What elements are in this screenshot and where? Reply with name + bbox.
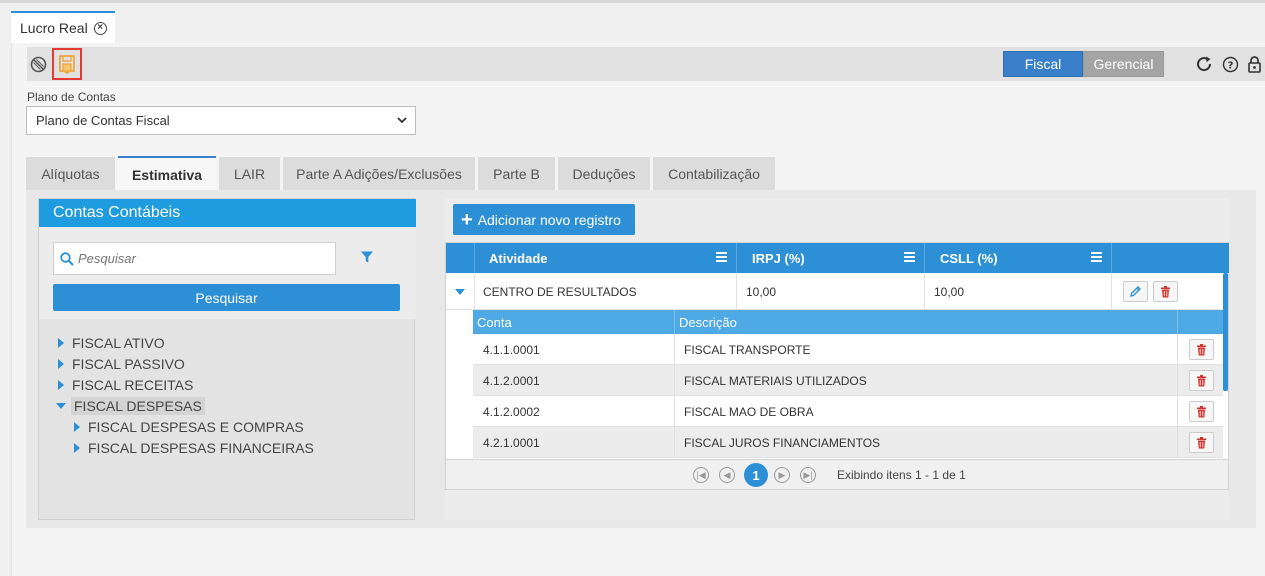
help-icon[interactable]: ? (1220, 47, 1240, 81)
tab-deducoes[interactable]: Deduções (558, 157, 650, 190)
toolbar: Fiscal Gerencial ? (27, 47, 1265, 81)
grid-header: Atividade IRPJ (%) CSLL (%) (446, 243, 1229, 273)
search-icon (60, 252, 74, 266)
subgrid-row[interactable]: 4.1.1.0001 FISCAL TRANSPORTE (473, 334, 1223, 365)
cell-csll: 10,00 (924, 273, 1111, 310)
collapse-row-icon[interactable] (446, 273, 474, 310)
page-tab-title: Lucro Real (20, 20, 88, 36)
tree-item-fiscal-despesas-financeiras[interactable]: FISCAL DESPESAS FINANCEIRAS (74, 438, 314, 458)
tab-contabilizacao[interactable]: Contabilização (653, 157, 775, 190)
tree-item-fiscal-ativo[interactable]: FISCAL ATIVO (58, 333, 165, 353)
expand-arrow-icon[interactable] (58, 338, 64, 348)
contas-contabeis-title: Contas Contábeis (39, 199, 416, 227)
subgrid-row[interactable]: 4.1.2.0001 FISCAL MATERIAIS UTILIZADOS (473, 365, 1223, 396)
chevron-down-icon (396, 114, 408, 129)
window-top-border (0, 0, 1265, 3)
column-atividade[interactable]: Atividade (474, 243, 736, 273)
column-menu-icon[interactable] (716, 252, 727, 262)
collapse-arrow-icon[interactable] (56, 403, 66, 409)
next-page-icon[interactable]: ▶ (774, 467, 790, 483)
gerencial-button[interactable]: Gerencial (1083, 51, 1164, 77)
column-descricao[interactable]: Descrição (674, 310, 1177, 334)
save-icon (59, 55, 75, 74)
svg-text:?: ? (1227, 60, 1233, 71)
column-menu-icon[interactable] (904, 252, 915, 262)
trash-icon (1161, 285, 1170, 297)
prev-page-icon[interactable]: ◀ (719, 467, 735, 483)
contas-contabeis-panel: Contas Contábeis Pesquisar Pesquisar FIS… (38, 198, 416, 520)
delete-button[interactable] (1189, 370, 1214, 391)
close-tab-icon[interactable]: × (93, 21, 107, 35)
trash-icon (1197, 436, 1206, 448)
subgrid-row[interactable]: 4.2.1.0001 FISCAL JUROS FINANCIAMENTOS (473, 427, 1223, 458)
expand-arrow-icon[interactable] (74, 443, 80, 453)
column-irpj[interactable]: IRPJ (%) (736, 243, 924, 273)
trash-icon (1197, 343, 1206, 355)
tree-item-fiscal-passivo[interactable]: FISCAL PASSIVO (58, 354, 185, 374)
detail-subgrid: Conta Descrição 4.1.1.0001 FISCAL TRANSP… (473, 310, 1223, 460)
estimativa-grid-panel: + Adicionar novo registro Atividade IRPJ… (445, 198, 1229, 520)
pencil-icon (1130, 286, 1141, 297)
tab-estimativa[interactable]: Estimativa (118, 156, 216, 191)
tree-item-fiscal-despesas[interactable]: FISCAL DESPESAS (56, 396, 205, 416)
expand-arrow-icon[interactable] (74, 422, 80, 432)
expand-arrow-icon[interactable] (58, 380, 64, 390)
pager-info: Exibindo itens 1 - 1 de 1 (837, 468, 966, 482)
delete-button[interactable] (1153, 281, 1178, 302)
page-tab-lucro-real[interactable]: Lucro Real × (11, 11, 115, 43)
column-menu-icon[interactable] (1091, 252, 1102, 262)
tab-parte-b[interactable]: Parte B (478, 157, 555, 190)
column-conta[interactable]: Conta (473, 310, 674, 334)
save-button[interactable] (52, 48, 82, 80)
contas-search-area: Pesquisar Pesquisar (39, 227, 416, 319)
tree-item-fiscal-receitas[interactable]: FISCAL RECEITAS (58, 375, 193, 395)
estimativa-grid: Atividade IRPJ (%) CSLL (%) CENTRO DE RE… (445, 242, 1229, 487)
trash-icon (1197, 405, 1206, 417)
delete-button[interactable] (1189, 339, 1214, 360)
filter-icon[interactable] (360, 250, 374, 267)
table-row[interactable]: CENTRO DE RESULTADOS 10,00 10,00 (446, 273, 1222, 310)
delete-button[interactable] (1189, 401, 1214, 422)
tab-lair[interactable]: LAIR (219, 157, 280, 190)
plano-de-contas-value: Plano de Contas Fiscal (36, 113, 170, 128)
plano-de-contas-select[interactable]: Plano de Contas Fiscal (26, 106, 416, 135)
main-content: Fiscal Gerencial ? Plano de Contas Plano… (11, 43, 1265, 576)
grid-scrollbar[interactable] (1223, 273, 1228, 391)
trash-icon (1197, 374, 1206, 386)
add-record-label: Adicionar novo registro (477, 211, 621, 228)
cancel-icon[interactable] (27, 47, 49, 81)
tab-parte-a[interactable]: Parte A Adições/Exclusões (283, 157, 475, 190)
last-page-icon[interactable]: ▶| (800, 467, 816, 483)
add-record-button[interactable]: + Adicionar novo registro (453, 204, 635, 235)
refresh-icon[interactable] (1193, 47, 1215, 81)
column-csll[interactable]: CSLL (%) (924, 243, 1111, 273)
lock-icon[interactable] (1245, 47, 1263, 81)
plus-icon: + (461, 208, 473, 231)
pesquisar-button[interactable]: Pesquisar (53, 284, 400, 311)
first-page-icon[interactable]: |◀ (693, 467, 709, 483)
edit-button[interactable] (1123, 281, 1148, 302)
cell-irpj: 10,00 (736, 273, 924, 310)
plano-de-contas-label: Plano de Contas (27, 90, 116, 104)
contas-search-input[interactable]: Pesquisar (53, 242, 336, 275)
delete-button[interactable] (1189, 432, 1214, 453)
subgrid-header: Conta Descrição (473, 310, 1223, 334)
search-placeholder: Pesquisar (78, 251, 136, 266)
tree-item-fiscal-despesas-compras[interactable]: FISCAL DESPESAS E COMPRAS (74, 417, 304, 437)
expand-arrow-icon[interactable] (58, 359, 64, 369)
page-number-current[interactable]: 1 (744, 463, 768, 487)
tab-aliquotas[interactable]: Alíquotas (26, 157, 115, 190)
fiscal-button[interactable]: Fiscal (1003, 51, 1083, 77)
grid-pager: |◀ ◀ 1 ▶ ▶| Exibindo itens 1 - 1 de 1 (445, 459, 1229, 490)
subgrid-row[interactable]: 4.1.2.0002 FISCAL MAO DE OBRA (473, 396, 1223, 427)
cell-atividade: CENTRO DE RESULTADOS (474, 273, 736, 310)
tab-content: Contas Contábeis Pesquisar Pesquisar FIS… (26, 190, 1256, 528)
